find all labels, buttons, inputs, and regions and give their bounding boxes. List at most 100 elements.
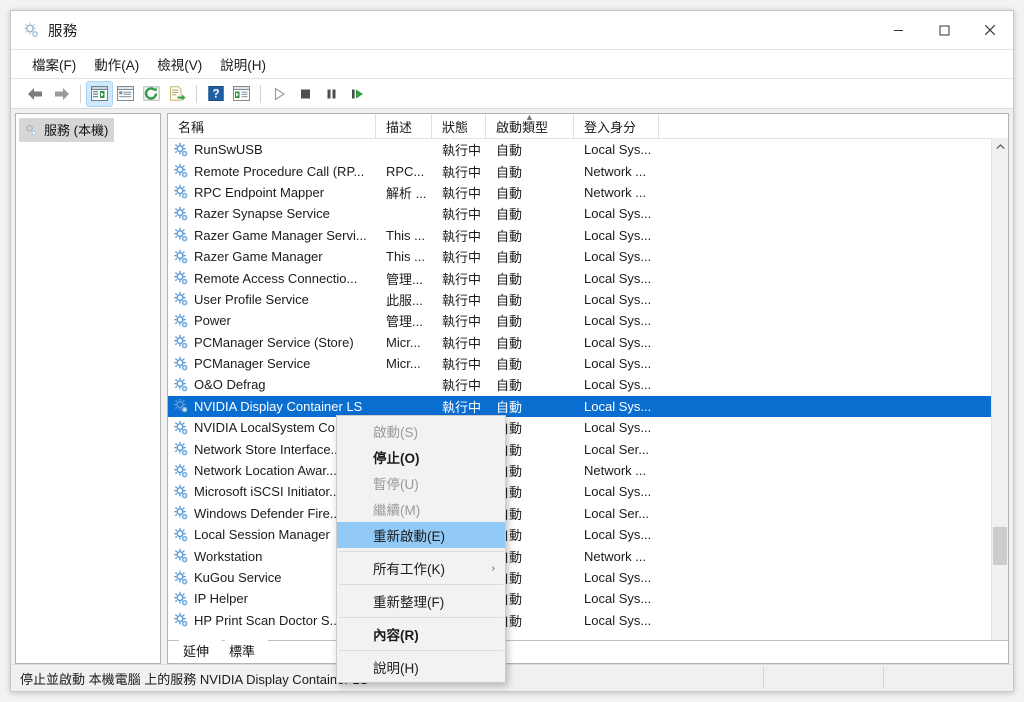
service-gear-icon — [174, 463, 188, 477]
table-row[interactable]: RPC Endpoint Mapper 解析 ... 執行中 自動 Network ..… — [168, 182, 1008, 203]
menu-view[interactable]: 檢視(V) — [148, 51, 211, 77]
menu-separator — [339, 584, 503, 585]
cell-description: This ... — [386, 227, 426, 243]
cell-name: PCManager Service — [168, 356, 376, 372]
cell-status: 執行中 — [442, 399, 482, 415]
cell-name: User Profile Service — [168, 291, 376, 307]
table-row[interactable]: NVIDIA LocalSystem Co... 自動 Local Sys... — [168, 417, 1008, 438]
cell-name: Razer Game Manager Servi... — [168, 227, 376, 243]
menu-help[interactable]: 說明(H) — [211, 51, 275, 77]
service-gear-icon — [174, 313, 188, 328]
service-gear-icon — [174, 506, 188, 520]
table-row[interactable]: Network Location Awar... 自動 Network ... — [168, 460, 1008, 481]
toolbar-console-tree-button[interactable] — [86, 80, 113, 107]
scroll-up-button[interactable] — [992, 138, 1008, 155]
table-row[interactable]: Local Session Manager 自動 Local Sys... — [168, 524, 1008, 545]
column-header-status[interactable]: 狀態 — [432, 114, 486, 138]
column-header-log-on-as[interactable]: 登入身分 — [574, 114, 659, 138]
menu-action[interactable]: 動作(A) — [85, 51, 148, 77]
service-context-menu[interactable]: 啟動(S) 停止(O) 暫停(U) 繼續(M) 重新啟動(E) 所有工作(K) › 重新整理(… — [336, 415, 506, 683]
context-menu-item-label: 啟動(S) — [373, 425, 418, 440]
service-gear-icon — [174, 399, 188, 413]
toolbar-pause-service-button[interactable] — [319, 82, 344, 106]
tab-edge — [263, 640, 272, 662]
toolbar-help-button[interactable]: ? — [203, 82, 228, 106]
service-name-text: Microsoft iSCSI Initiator... — [194, 484, 340, 500]
close-button[interactable] — [967, 11, 1013, 49]
toolbar-export-list-button[interactable] — [165, 82, 190, 106]
service-gear-icon — [174, 591, 188, 606]
toolbar-stop-service-button[interactable] — [293, 82, 318, 106]
maximize-button[interactable] — [921, 11, 967, 49]
tree-node-services-local[interactable]: 服務 (本機) — [19, 118, 115, 142]
cell-status: 執行中 — [442, 228, 482, 244]
cell-description: Micr... — [386, 356, 421, 372]
help-icon: ? — [207, 86, 224, 101]
table-row[interactable]: Razer Game Manager Servi... This ... 執行中 自動… — [168, 225, 1008, 246]
cell-log-on-as: Local Sys... — [584, 227, 652, 243]
table-row[interactable]: Windows Defender Fire... 自動 Local Ser... — [168, 503, 1008, 524]
cell-log-on-as: Local Sys... — [584, 356, 652, 372]
toolbar-properties-button[interactable] — [113, 82, 138, 106]
table-row[interactable]: Network Store Interface... 自動 Local Ser... — [168, 438, 1008, 459]
services-list-pane: 名稱 描述 狀態 ▲ 啟動類型 登入身分 RunSwUSB 執行中 自動 Local — [167, 113, 1009, 664]
show-hide-console-tree-icon — [91, 86, 108, 101]
column-header-name-label: 名稱 — [178, 119, 205, 135]
cell-description: This ... — [386, 249, 426, 265]
table-row[interactable]: O&O Defrag 執行中 自動 Local Sys... — [168, 374, 1008, 395]
minimize-button[interactable] — [875, 11, 921, 49]
toolbar-separator — [80, 84, 81, 103]
toolbar-back-button[interactable] — [23, 82, 48, 106]
table-row[interactable]: IP Helper 自動 Local Sys... — [168, 588, 1008, 609]
table-row[interactable]: Workstation 自動 Network ... — [168, 545, 1008, 566]
service-gear-icon — [174, 441, 188, 456]
column-header-description[interactable]: 描述 — [376, 114, 432, 138]
service-gear-icon — [174, 206, 188, 221]
context-menu-item-說明[interactable]: 說明(H) — [337, 654, 505, 680]
services-list-body[interactable]: RunSwUSB 執行中 自動 Local Sys... Remote Procedu… — [168, 139, 1008, 640]
toolbar-action-pane-button[interactable] — [229, 82, 254, 106]
table-row[interactable]: PCManager Service (Store) Micr... 執行中 自動 Loc… — [168, 332, 1008, 353]
toolbar-refresh-button[interactable] — [139, 82, 164, 106]
context-menu-item-停止[interactable]: 停止(O) — [337, 444, 505, 470]
context-menu-item-重新啟動[interactable]: 重新啟動(E) — [337, 522, 505, 548]
context-menu-item-重新整理[interactable]: 重新整理(F) — [337, 588, 505, 614]
table-row[interactable]: Remote Procedure Call (RP... RPC... 執行中 自動 N… — [168, 160, 1008, 181]
tab-extended[interactable]: 延伸 — [170, 640, 222, 663]
table-row[interactable]: KuGou Service 自動 Local Sys... — [168, 567, 1008, 588]
cell-startup-type: 自動 — [496, 378, 523, 394]
service-name-text: Razer Game Manager — [194, 249, 323, 265]
context-menu-item-所有工作[interactable]: 所有工作(K) › — [337, 555, 505, 581]
column-header-filler — [659, 114, 1008, 138]
toolbar-forward-button[interactable] — [49, 82, 74, 106]
context-menu-item-內容[interactable]: 內容(R) — [337, 621, 505, 647]
menu-file[interactable]: 檔案(F) — [23, 51, 85, 77]
column-header-startup-type[interactable]: ▲ 啟動類型 — [486, 114, 574, 138]
cell-status: 執行中 — [442, 378, 482, 394]
toolbar-restart-service-button[interactable] — [345, 82, 370, 106]
cell-description: 管理... — [386, 314, 423, 330]
column-header-name[interactable]: 名稱 — [168, 114, 376, 138]
table-row[interactable]: RunSwUSB 執行中 自動 Local Sys... — [168, 139, 1008, 160]
list-vertical-scrollbar[interactable] — [991, 138, 1008, 663]
column-header-startup-type-label: 啟動類型 — [496, 119, 549, 135]
cell-startup-type: 自動 — [496, 228, 523, 244]
tab-standard[interactable]: 標準 — [216, 640, 268, 663]
table-row[interactable]: HP Print Scan Doctor S... 自動 Local Sys... — [168, 610, 1008, 631]
chevron-up-icon — [995, 143, 1005, 149]
table-row[interactable]: Power 管理... 執行中 自動 Local Sys... — [168, 310, 1008, 331]
scrollbar-thumb[interactable] — [993, 527, 1007, 565]
table-row[interactable]: Remote Access Connectio... 管理... 執行中 自動 Loca… — [168, 267, 1008, 288]
table-row[interactable]: Microsoft iSCSI Initiator... 自動 Local Sys.… — [168, 481, 1008, 502]
table-row[interactable]: NVIDIA Display Container LS 執行中 自動 Local Sy… — [168, 395, 1008, 418]
table-row[interactable]: Razer Synapse Service 執行中 自動 Local Sys... — [168, 203, 1008, 224]
back-arrow-icon — [28, 87, 42, 100]
service-name-text: Local Session Manager — [194, 527, 330, 543]
table-row[interactable]: User Profile Service 此服... 執行中 自動 Local Sys.… — [168, 289, 1008, 310]
table-row[interactable]: PCManager Service Micr... 執行中 自動 Local Sys..… — [168, 353, 1008, 374]
cell-name: Razer Synapse Service — [168, 206, 376, 222]
service-gear-icon — [174, 335, 188, 349]
table-row[interactable]: Razer Game Manager This ... 執行中 自動 Local Sys… — [168, 246, 1008, 267]
status-divider — [883, 667, 884, 689]
toolbar-start-service-button[interactable] — [267, 82, 292, 106]
